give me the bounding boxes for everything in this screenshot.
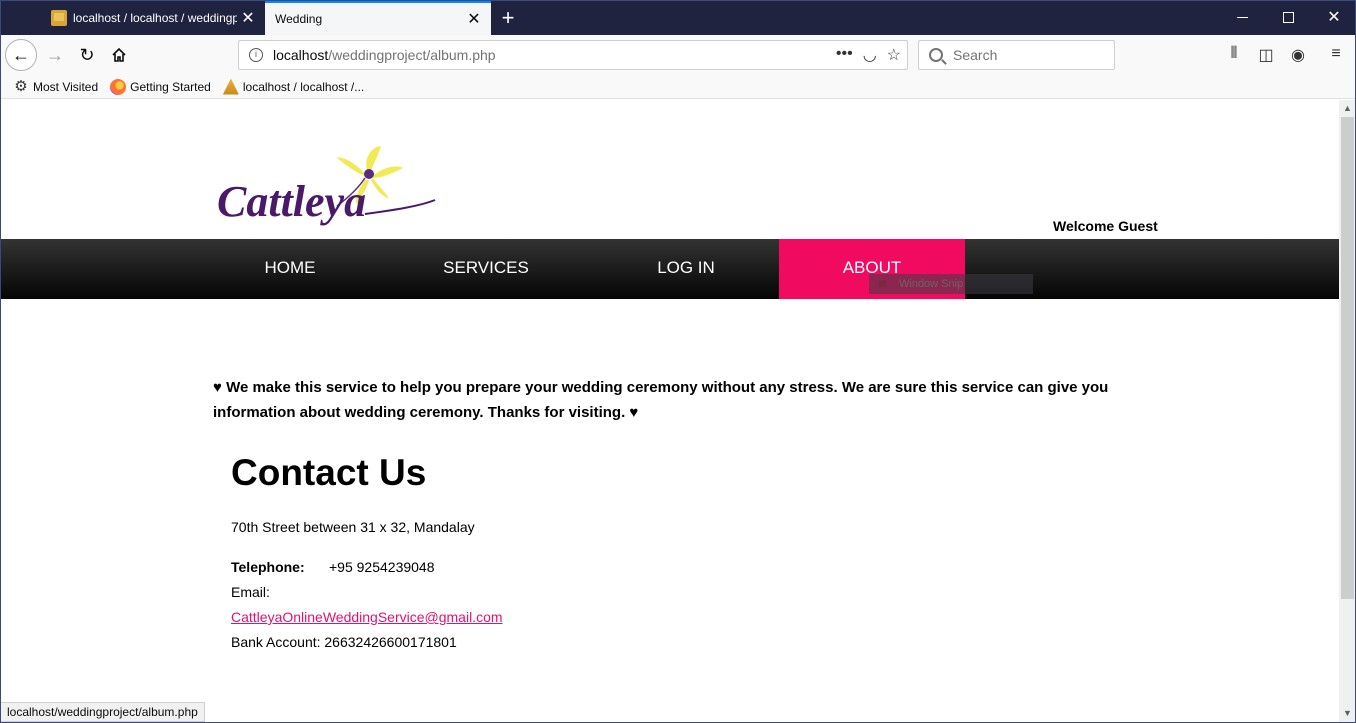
bookmark-label: localhost / localhost /...: [242, 79, 365, 94]
bookmark-label: Most Visited: [33, 79, 99, 94]
url-path: /weddingproject/album.php: [328, 47, 496, 63]
phpmyadmin-icon: [51, 10, 67, 26]
more-actions-icon[interactable]: •••: [836, 45, 853, 65]
library-icon[interactable]: ⫴: [1223, 45, 1245, 67]
email-label: Email:: [231, 584, 270, 600]
firefox-icon: [110, 78, 127, 95]
bookmark-star-icon[interactable]: ☆: [887, 45, 901, 65]
tab-phpmyadmin[interactable]: localhost / localhost / weddingpro ✕: [43, 1, 265, 35]
minimize-icon: [1236, 17, 1248, 19]
back-button[interactable]: ←: [5, 39, 37, 71]
close-icon[interactable]: ✕: [463, 9, 485, 29]
page-content: Cattleya Welcome Guest HOME SERVICES LOG…: [1, 100, 1339, 704]
tab-title: localhost / localhost / weddingpro: [73, 11, 237, 25]
bookmark-label: Getting Started: [130, 79, 211, 94]
site-logo[interactable]: Cattleya: [215, 144, 437, 230]
welcome-text: Welcome Guest: [1053, 218, 1158, 234]
telephone-label: Telephone:: [231, 559, 305, 575]
reload-button[interactable]: ↻: [71, 39, 103, 71]
bookmarks-toolbar: ⚙ Most Visited Getting Started localhost…: [1, 75, 1355, 99]
email-link[interactable]: CattleyaOnlineWeddingService@gmail.com: [231, 609, 503, 625]
search-placeholder: Search: [953, 47, 998, 63]
scroll-up-arrow-icon[interactable]: ▲: [1339, 100, 1355, 117]
maximize-icon: [1282, 12, 1294, 24]
tab-strip: localhost / localhost / weddingpro ✕ Wed…: [1, 1, 1355, 35]
url-host: localhost: [273, 47, 329, 63]
arrow-left-icon: ←: [12, 44, 30, 65]
new-tab-button[interactable]: +: [495, 5, 521, 31]
bank-account: Bank Account: 26632426600171801: [231, 634, 457, 650]
bookmark-most-visited[interactable]: ⚙ Most Visited: [13, 77, 99, 95]
intro-text: ♥ We make this service to help you prepa…: [213, 379, 1109, 421]
status-url: localhost/weddingproject/album.php: [1, 702, 205, 722]
pocket-icon[interactable]: ◡: [863, 45, 877, 65]
contact-telephone: Telephone: +95 9254239048: [231, 559, 435, 575]
menu-icon[interactable]: ≡: [1325, 45, 1347, 67]
search-input[interactable]: Search: [918, 40, 1115, 70]
page-actions: ••• ◡ ☆: [836, 45, 901, 65]
bookmark-phpmyadmin[interactable]: localhost / localhost /...: [222, 78, 365, 95]
contact-address: 70th Street between 31 x 32, Mandalay: [231, 519, 475, 535]
menu-item-services[interactable]: SERVICES: [401, 239, 571, 299]
address-bar[interactable]: i localhost/weddingproject/album.php •••…: [238, 40, 908, 70]
forward-button[interactable]: →: [39, 39, 71, 71]
home-icon: [112, 47, 126, 62]
logo-text: Cattleya: [217, 177, 366, 226]
search-icon: [929, 48, 943, 62]
menu-item-home[interactable]: HOME: [215, 239, 365, 299]
account-icon[interactable]: ◉: [1287, 45, 1309, 67]
bookmark-getting-started[interactable]: Getting Started: [110, 78, 211, 95]
menu-item-login[interactable]: LOG IN: [601, 239, 771, 299]
navigation-toolbar: ← → ↻ i localhost/weddingproject/album.p…: [1, 35, 1355, 75]
sidebar-icon[interactable]: ◫: [1255, 45, 1277, 67]
window-snip-overlay: Window Snip: [869, 274, 1033, 294]
gear-icon: ⚙: [14, 77, 28, 95]
main-menu: HOME SERVICES LOG IN ABOUT: [1, 239, 1339, 299]
info-icon[interactable]: i: [249, 48, 263, 62]
maximize-button[interactable]: [1265, 1, 1311, 35]
arrow-right-icon: →: [46, 44, 64, 65]
reload-icon: ↻: [79, 44, 95, 65]
close-icon[interactable]: ✕: [237, 8, 259, 28]
browser-window: localhost / localhost / weddingpro ✕ Wed…: [0, 0, 1356, 723]
scroll-down-arrow-icon[interactable]: ▼: [1339, 705, 1355, 722]
minimize-button[interactable]: [1219, 1, 1265, 35]
vertical-scrollbar[interactable]: ▲ ▼: [1339, 100, 1355, 722]
telephone-value: +95 9254239048: [329, 559, 435, 575]
tab-wedding[interactable]: Wedding ✕: [265, 1, 491, 35]
phpmyadmin-icon: [222, 78, 239, 95]
home-button[interactable]: [103, 39, 135, 71]
window-close-button[interactable]: ✕: [1311, 1, 1355, 35]
tab-title: Wedding: [275, 12, 323, 26]
contact-heading: Contact Us: [231, 452, 427, 493]
scrollbar-thumb[interactable]: [1341, 117, 1354, 599]
